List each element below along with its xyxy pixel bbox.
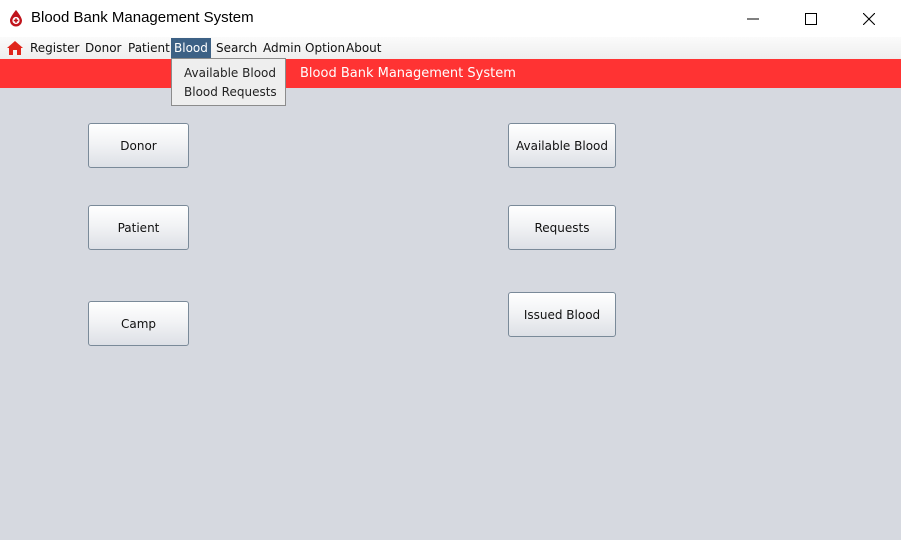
- maximize-button[interactable]: [782, 0, 840, 37]
- patient-button[interactable]: Patient: [88, 205, 189, 250]
- window-title: Blood Bank Management System: [31, 9, 254, 26]
- close-icon: [863, 12, 875, 25]
- home-icon[interactable]: [7, 41, 23, 55]
- requests-button[interactable]: Requests: [508, 205, 616, 250]
- minimize-icon: [747, 18, 759, 19]
- dropdown-item-available-blood[interactable]: Available Blood: [184, 66, 276, 80]
- available-blood-button[interactable]: Available Blood: [508, 123, 616, 168]
- minimize-button[interactable]: [724, 0, 782, 37]
- menu-patient[interactable]: Patient: [125, 38, 173, 58]
- banner-title: Blood Bank Management System: [300, 66, 516, 81]
- donor-button[interactable]: Donor: [88, 123, 189, 168]
- menu-admin-option[interactable]: Admin Option: [260, 38, 348, 58]
- menu-register[interactable]: Register: [27, 38, 82, 58]
- camp-button[interactable]: Camp: [88, 301, 189, 346]
- menu-about[interactable]: About: [343, 38, 384, 58]
- maximize-icon: [805, 12, 817, 25]
- issued-blood-button[interactable]: Issued Blood: [508, 292, 616, 337]
- blood-drop-icon: [10, 10, 22, 27]
- close-button[interactable]: [840, 0, 898, 37]
- menu-donor[interactable]: Donor: [82, 38, 124, 58]
- blood-dropdown-menu: Available Blood Blood Requests: [171, 58, 286, 106]
- menu-search[interactable]: Search: [213, 38, 260, 58]
- menu-blood[interactable]: Blood: [171, 38, 211, 58]
- dropdown-item-blood-requests[interactable]: Blood Requests: [184, 85, 277, 99]
